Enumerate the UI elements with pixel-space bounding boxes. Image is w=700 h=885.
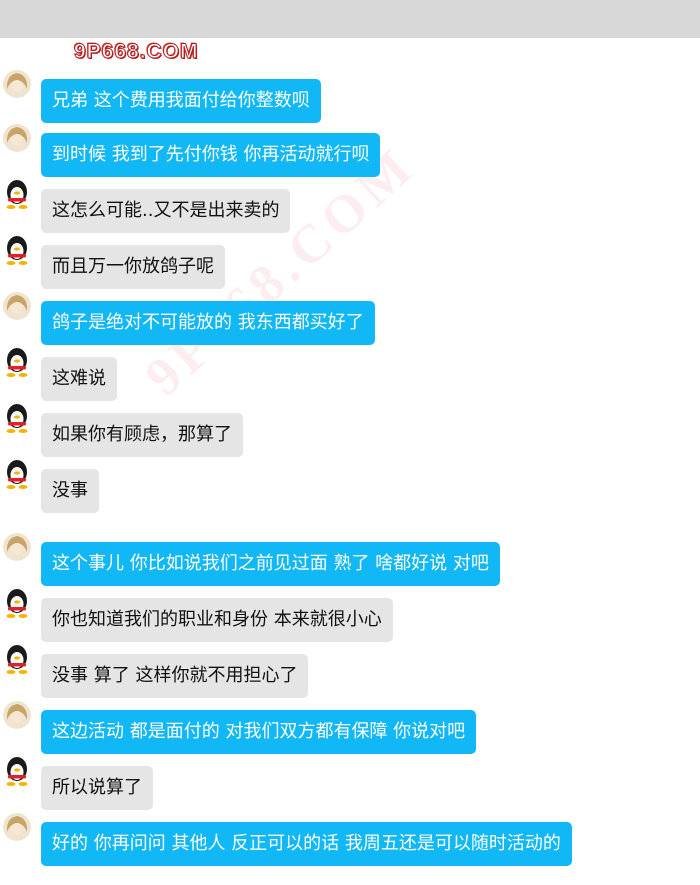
- message-bubble: 这怎么可能..又不是出来卖的: [41, 189, 291, 233]
- message-bubble: 这边活动 都是面付的 对我们双方都有保障 你说对吧: [41, 710, 477, 754]
- message-bubble: 所以说算了: [41, 766, 153, 810]
- message-row: 这怎么可能..又不是出来卖的: [0, 180, 700, 235]
- message-row: 鸽子是绝对不可能放的 我东西都买好了: [0, 292, 700, 347]
- girl-avatar-icon[interactable]: [2, 812, 32, 842]
- message-bubble: 而且万一你放鸽子呢: [41, 245, 225, 289]
- message-bubble: 好的 你再问问 其他人 反正可以的话 我周五还是可以随时活动的: [41, 822, 572, 866]
- penguin-avatar-icon[interactable]: [2, 403, 32, 433]
- message-bubble: 这难说: [41, 357, 117, 401]
- message-row: 到时候 我到了先付你钱 你再活动就行呗: [0, 124, 700, 179]
- message-bubble: 鸽子是绝对不可能放的 我东西都买好了: [41, 301, 375, 345]
- girl-avatar-icon[interactable]: [2, 291, 32, 321]
- penguin-avatar-icon[interactable]: [2, 756, 32, 786]
- message-row: 兄弟 这个费用我面付给你整数呗: [0, 70, 700, 125]
- penguin-avatar-icon[interactable]: [2, 644, 32, 674]
- penguin-avatar-icon[interactable]: [2, 179, 32, 209]
- message-bubble: 没事 算了 这样你就不用担心了: [41, 654, 309, 698]
- message-bubble: 兄弟 这个费用我面付给你整数呗: [41, 79, 321, 123]
- girl-avatar-icon[interactable]: [2, 123, 32, 153]
- message-bubble: 到时候 我到了先付你钱 你再活动就行呗: [41, 133, 381, 177]
- message-row: 没事: [0, 460, 700, 515]
- girl-avatar-icon[interactable]: [2, 700, 32, 730]
- message-row: 而且万一你放鸽子呢: [0, 236, 700, 291]
- message-bubble: 没事: [41, 469, 99, 513]
- top-bar: [0, 0, 700, 38]
- message-row: 这难说: [0, 348, 700, 403]
- penguin-avatar-icon[interactable]: [2, 235, 32, 265]
- site-logo: 9P668.COM: [74, 40, 199, 64]
- message-row: 没事 算了 这样你就不用担心了: [0, 645, 700, 700]
- message-bubble: 如果你有顾虑，那算了: [41, 413, 243, 457]
- message-row: 所以说算了: [0, 757, 700, 812]
- message-bubble: 这个事儿 你比如说我们之前见过面 熟了 啥都好说 对吧: [41, 542, 500, 586]
- message-row: 这边活动 都是面付的 对我们双方都有保障 你说对吧: [0, 701, 700, 756]
- penguin-avatar-icon[interactable]: [2, 459, 32, 489]
- message-row: 这个事儿 你比如说我们之前见过面 熟了 啥都好说 对吧: [0, 533, 700, 588]
- girl-avatar-icon[interactable]: [2, 532, 32, 562]
- penguin-avatar-icon[interactable]: [2, 347, 32, 377]
- message-bubble: 你也知道我们的职业和身份 本来就很小心: [41, 598, 393, 642]
- message-row: 如果你有顾虑，那算了: [0, 404, 700, 459]
- message-row: 你也知道我们的职业和身份 本来就很小心: [0, 589, 700, 644]
- penguin-avatar-icon[interactable]: [2, 588, 32, 618]
- message-row: 好的 你再问问 其他人 反正可以的话 我周五还是可以随时活动的: [0, 813, 700, 868]
- girl-avatar-icon[interactable]: [2, 69, 32, 99]
